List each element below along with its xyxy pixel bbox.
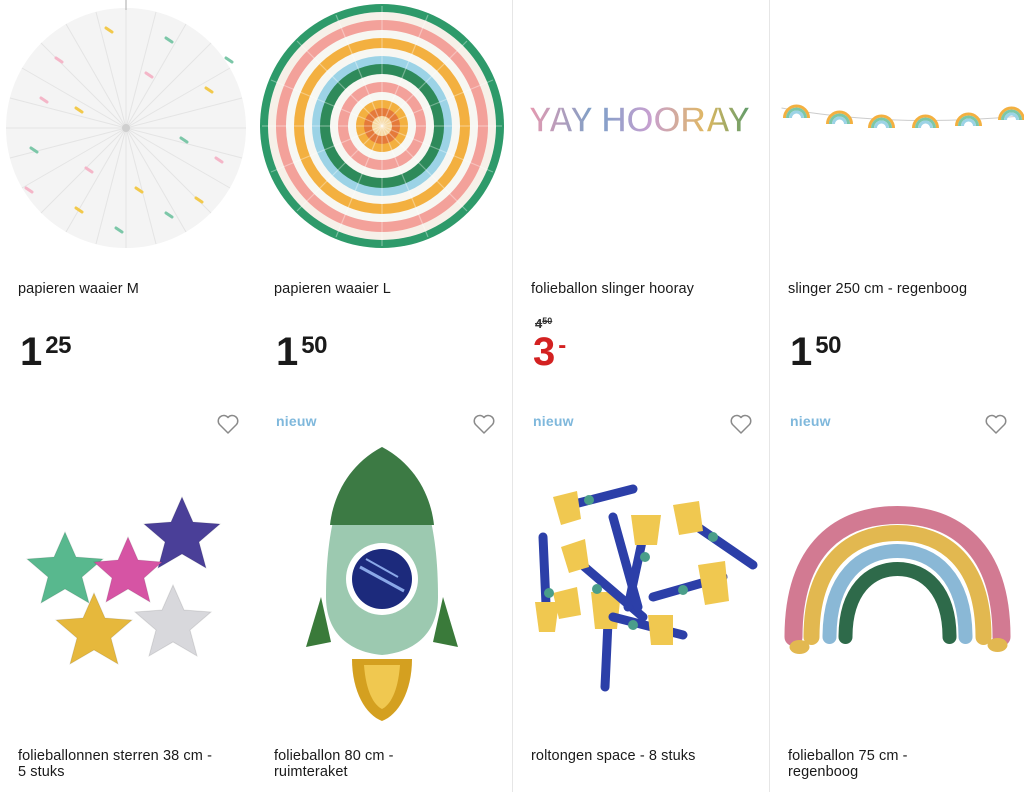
- product-card[interactable]: nieuw roltongen space - 8 stuks: [513, 397, 770, 792]
- product-image[interactable]: [770, 0, 1024, 250]
- product-price: 1 50: [276, 332, 327, 372]
- product-title[interactable]: folieballon slinger hooray: [531, 281, 694, 297]
- product-image[interactable]: [0, 0, 257, 250]
- product-card[interactable]: YAY HOORAY folieballon slinger hooray 45…: [513, 0, 770, 398]
- product-image[interactable]: YAY HOORAY: [513, 0, 770, 250]
- product-title[interactable]: papieren waaier L: [274, 281, 391, 297]
- product-title[interactable]: folieballon 75 cm - regenboog: [788, 748, 908, 780]
- product-price: 1 25: [20, 332, 71, 372]
- product-title[interactable]: papieren waaier M: [18, 281, 139, 297]
- product-image[interactable]: [770, 397, 1024, 737]
- product-card[interactable]: folieballonnen sterren 38 cm - 5 stuks: [0, 397, 257, 792]
- product-image[interactable]: [256, 397, 513, 737]
- product-title[interactable]: roltongen space - 8 stuks: [531, 748, 696, 764]
- product-card[interactable]: slinger 250 cm - regenboog 1 50: [770, 0, 1024, 398]
- product-title[interactable]: folieballon 80 cm - ruimteraket: [274, 748, 394, 780]
- product-card[interactable]: papieren waaier M 1 25: [0, 0, 257, 398]
- balloon-letters: YAY HOORAY: [528, 99, 750, 140]
- product-price: 1 50: [790, 332, 841, 372]
- sale-price: 3-: [533, 332, 566, 372]
- product-title[interactable]: slinger 250 cm - regenboog: [788, 281, 967, 297]
- old-price: 450: [535, 316, 553, 331]
- product-grid: papieren waaier M 1 25 papieren waaier L…: [0, 0, 1024, 792]
- product-image[interactable]: [256, 0, 513, 250]
- product-image[interactable]: [513, 397, 770, 737]
- product-title[interactable]: folieballonnen sterren 38 cm - 5 stuks: [18, 748, 212, 780]
- product-card[interactable]: nieuw folieballon 75 cm - regenboog: [770, 397, 1024, 792]
- product-image[interactable]: [0, 397, 257, 737]
- product-card[interactable]: papieren waaier L 1 50: [256, 0, 513, 398]
- product-card[interactable]: nieuw folieballon 80 cm - ruimteraket: [256, 397, 513, 792]
